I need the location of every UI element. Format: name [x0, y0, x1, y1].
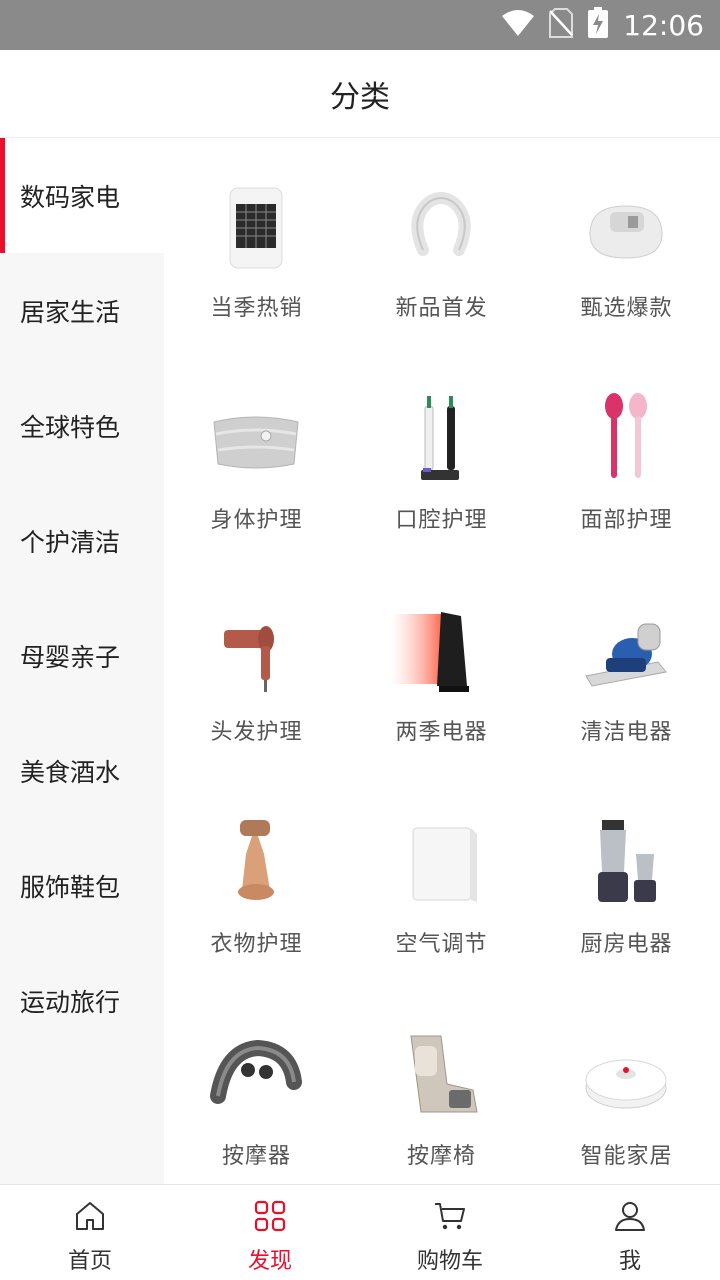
sidebar-item-label: 母婴亲子: [20, 642, 121, 672]
sidebar-item-label: 美食酒水: [20, 757, 121, 787]
massage-chair-icon: [391, 1026, 491, 1126]
grid-item-label: 厨房电器: [580, 932, 673, 957]
foot-massager-icon: [576, 178, 676, 278]
grid-item-label: 清洁电器: [580, 720, 673, 745]
cart-icon: [433, 1199, 467, 1237]
neck-massager-icon: [391, 178, 491, 278]
grid-item[interactable]: 按摩器: [164, 986, 349, 1198]
grid-item-label: 口腔护理: [395, 508, 488, 533]
mite-vacuum-icon: [576, 602, 676, 702]
sidebar-item-personal-care[interactable]: 个护清洁: [0, 483, 164, 598]
robot-vacuum-icon: [576, 1026, 676, 1126]
grid-item-label: 按摩椅: [406, 1144, 476, 1169]
sidebar-item-global-specialties[interactable]: 全球特色: [0, 368, 164, 483]
tab-label: 购物车: [416, 1249, 483, 1274]
sidebar-item-mother-baby[interactable]: 母婴亲子: [0, 598, 164, 713]
grid-item-label: 当季热销: [210, 296, 303, 321]
waist-belt-icon: [206, 390, 306, 490]
sidebar-item-label: 个护清洁: [20, 527, 121, 557]
grid-item[interactable]: 清洁电器: [534, 562, 719, 774]
page-title: 分类: [330, 79, 390, 115]
garment-steamer-icon: [206, 814, 306, 914]
sidebar-item-digital-appliances[interactable]: 数码家电: [0, 138, 164, 253]
title-bar: 分类: [0, 50, 720, 138]
grid-item[interactable]: 两季电器: [349, 562, 534, 774]
grid-item[interactable]: 当季热销: [164, 138, 349, 350]
grid-item[interactable]: 口腔护理: [349, 350, 534, 562]
grid-item-label: 空气调节: [395, 932, 488, 957]
tab-me[interactable]: 我: [540, 1185, 720, 1280]
grid-item-label: 甄选爆款: [580, 296, 673, 321]
sidebar-item-sports-travel[interactable]: 运动旅行: [0, 943, 164, 1058]
sidebar-item-label: 数码家电: [20, 182, 121, 212]
status-bar: 12:06: [0, 0, 720, 50]
grid-item-label: 头发护理: [210, 720, 303, 745]
grid-item-label: 新品首发: [395, 296, 488, 321]
tab-label: 我: [618, 1249, 641, 1274]
wifi-icon: [501, 9, 535, 41]
sidebar-item-label: 全球特色: [20, 412, 121, 442]
category-sidebar: 数码家电 居家生活 全球特色 个护清洁 母婴亲子 美食酒水 服饰鞋包 运动旅行: [0, 138, 164, 1184]
grid-item[interactable]: 面部护理: [534, 350, 719, 562]
electric-toothbrush-icon: [391, 390, 491, 490]
blender-icon: [576, 814, 676, 914]
grid-item[interactable]: 身体护理: [164, 350, 349, 562]
home-icon: [73, 1199, 107, 1237]
air-purifier-icon: [391, 814, 491, 914]
sidebar-item-label: 服饰鞋包: [20, 872, 121, 902]
grid-item-label: 两季电器: [395, 720, 488, 745]
grid-item-label: 衣物护理: [210, 932, 303, 957]
sidebar-item-home-living[interactable]: 居家生活: [0, 253, 164, 368]
bottom-tab-bar: 首页 发现 购物车 我: [0, 1184, 720, 1280]
battery-charging-icon: [587, 7, 609, 43]
grid-item-label: 智能家居: [580, 1144, 673, 1169]
user-icon: [613, 1199, 647, 1237]
subcategory-grid: 当季热销 新品首发 甄选爆款 身体护理 口腔护理 面部护理 头发护理 两季电器 …: [164, 138, 720, 1184]
sidebar-item-label: 运动旅行: [20, 987, 121, 1017]
tab-cart[interactable]: 购物车: [360, 1185, 540, 1280]
grid-item-label: 按摩器: [221, 1144, 291, 1169]
hair-dryer-icon: [206, 602, 306, 702]
sidebar-item-food-drinks[interactable]: 美食酒水: [0, 713, 164, 828]
heater-icon: [206, 178, 306, 278]
sidebar-item-label: 居家生活: [20, 297, 121, 327]
grid-item[interactable]: 新品首发: [349, 138, 534, 350]
shoulder-massager-icon: [206, 1026, 306, 1126]
tab-label: 发现: [247, 1249, 292, 1274]
grid-item[interactable]: 衣物护理: [164, 774, 349, 986]
grid-item-label: 身体护理: [210, 508, 303, 533]
tab-home[interactable]: 首页: [0, 1185, 180, 1280]
tower-heater-icon: [391, 602, 491, 702]
grid-item[interactable]: 头发护理: [164, 562, 349, 774]
grid-item[interactable]: 按摩椅: [349, 986, 534, 1198]
tab-label: 首页: [67, 1249, 112, 1274]
grid-item[interactable]: 智能家居: [534, 986, 719, 1198]
grid-item[interactable]: 厨房电器: [534, 774, 719, 986]
grid-icon: [253, 1199, 287, 1237]
sidebar-item-apparel[interactable]: 服饰鞋包: [0, 828, 164, 943]
tab-discover[interactable]: 发现: [180, 1185, 360, 1280]
no-sim-icon: [549, 8, 574, 42]
grid-item[interactable]: 甄选爆款: [534, 138, 719, 350]
status-time: 12:06: [623, 8, 704, 42]
grid-item[interactable]: 空气调节: [349, 774, 534, 986]
face-brush-icon: [576, 390, 676, 490]
grid-item-label: 面部护理: [580, 508, 673, 533]
